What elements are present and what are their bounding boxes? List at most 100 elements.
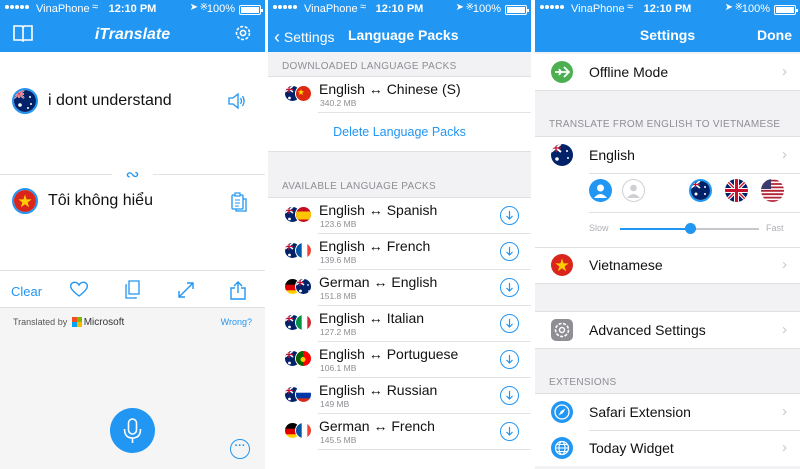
more-options-icon[interactable]: ··· [230,439,250,459]
share-icon[interactable] [229,280,247,305]
male-voice-icon[interactable] [589,179,612,202]
pack-size: 123.6 MB [320,219,357,229]
download-icon[interactable] [500,314,519,333]
pack-name: German ↔ French [319,418,435,434]
row-separator [535,90,800,91]
pack-flags [284,242,314,260]
row-separator [589,430,800,431]
today-widget-row[interactable]: Today Widget › [535,430,800,466]
pack-name: English ↔ French [319,238,431,254]
safari-extension-row[interactable]: Safari Extension › [535,394,800,430]
target-language-row[interactable]: Vietnamese › [535,247,800,283]
australia-flag-icon[interactable] [12,88,38,114]
download-icon[interactable] [500,206,519,225]
advanced-settings-row[interactable]: Advanced Settings › [535,312,800,348]
pack-size: 149 MB [320,399,350,409]
italy-flag-icon [295,314,312,331]
available-pack-row[interactable]: English ↔ Russian 149 MB [268,378,531,414]
vietnam-flag-icon[interactable] [12,188,38,214]
available-pack-row[interactable]: German ↔ English 151.8 MB [268,270,531,306]
pack-flags [284,350,314,368]
target-entry[interactable]: Tôi không hiểu [0,152,265,262]
translation-toolbar: Clear [0,270,265,308]
pack-name: English ↔ Portuguese [319,346,459,362]
download-icon[interactable] [500,278,519,297]
available-pack-row[interactable]: English ↔ Spanish 123.6 MB [268,198,531,234]
row-separator [318,112,531,113]
speaker-icon[interactable] [227,92,247,115]
source-entry[interactable]: i dont understand [0,52,265,152]
pack-size: 139.6 MB [320,255,357,265]
back-button[interactable]: ‹ Settings [274,26,334,47]
downloaded-pack-row[interactable]: English ↔ Chinese (S) 340.2 MB [268,77,531,113]
pack-flags [284,386,314,404]
downloaded-packs-list: English ↔ Chinese (S) 340.2 MB Delete La… [268,76,531,152]
available-pack-row[interactable]: German ↔ French 145.5 MB [268,414,531,450]
settings-screen: VinaPhone ≈ 12:10 PM ➤ ※ 100% Settings D… [535,0,800,469]
available-pack-row[interactable]: English ↔ Italian 127.2 MB [268,306,531,342]
target-text[interactable]: Tôi không hiểu [48,192,153,210]
offline-mode-label: Offline Mode [589,64,669,80]
uk-accent-flag-icon[interactable] [725,179,748,202]
pack-size: 106.1 MB [320,363,357,373]
battery-icon [505,5,529,15]
copy-clipboard-icon[interactable] [230,192,248,217]
done-button[interactable]: Done [757,27,792,43]
copy-icon[interactable] [124,280,142,305]
globe-icon [551,437,573,459]
today-widget-label: Today Widget [589,440,674,456]
pack-name: English ↔ Italian [319,310,425,326]
download-icon[interactable] [500,422,519,441]
app-title: iTranslate [94,26,171,43]
china-flag-icon [295,85,312,102]
row-separator [535,283,800,284]
download-icon[interactable] [500,350,519,369]
pack-flags [284,206,314,224]
pack-name: German ↔ English [319,274,438,290]
australia-flag-icon [295,278,312,295]
row-separator [589,212,800,213]
row-separator [535,348,800,349]
available-pack-row[interactable]: English ↔ Portuguese 106.1 MB [268,342,531,378]
australian-accent-flag-icon[interactable] [689,179,712,202]
chevron-right-icon: › [782,403,787,420]
speech-speed-thumb[interactable] [685,223,696,234]
available-packs-list: English ↔ Spanish 123.6 MB English ↔ Fre… [268,197,531,469]
offline-mode-row[interactable]: Offline Mode › [535,54,800,90]
report-wrong-link[interactable]: Wrong? [221,317,252,327]
battery-percent: 100% [741,3,770,15]
pack-flags [284,422,314,440]
microphone-button[interactable] [110,408,155,453]
slow-label: Slow [589,223,609,233]
source-text[interactable]: i dont understand [48,92,172,110]
download-icon[interactable] [500,242,519,261]
us-accent-flag-icon[interactable] [761,179,784,202]
language-packs-navbar: ‹ Settings Language Packs [268,18,531,52]
fullscreen-expand-icon[interactable] [176,280,196,305]
available-pack-row[interactable]: English ↔ French 139.6 MB [268,234,531,270]
clear-button[interactable]: Clear [11,284,42,299]
pack-name: English ↔ Russian [319,382,438,398]
language-packs-screen: VinaPhone ≈ 12:10 PM ➤ ※ 100% ‹ Settings… [268,0,531,469]
pack-size: 127.2 MB [320,327,357,337]
chevron-right-icon: › [782,146,787,163]
download-icon[interactable] [500,386,519,405]
source-language-row[interactable]: English › [535,137,800,173]
status-bar: VinaPhone ≈ 12:10 PM ➤ ※ 100% [0,0,265,18]
settings-gear-icon[interactable] [233,23,253,48]
translator-navbar: iTranslate [0,18,265,52]
battery-icon [774,5,798,15]
spain-flag-icon [295,206,312,223]
row-separator [535,247,800,248]
favorite-heart-icon[interactable] [69,280,89,303]
female-voice-icon[interactable] [622,179,645,202]
status-bar: VinaPhone ≈ 12:10 PM ➤ ※ 100% [268,0,531,18]
page-title: Language Packs [348,27,459,43]
delete-language-packs-button[interactable]: Delete Language Packs [268,125,531,139]
france-flag-icon [295,242,312,259]
chevron-right-icon: › [782,439,787,456]
microphone-icon [123,418,142,443]
status-bar: VinaPhone ≈ 12:10 PM ➤ ※ 100% [535,0,800,18]
compass-icon [551,401,573,423]
translate-direction-header: TRANSLATE FROM ENGLISH TO VIETNAMESE [549,119,781,130]
